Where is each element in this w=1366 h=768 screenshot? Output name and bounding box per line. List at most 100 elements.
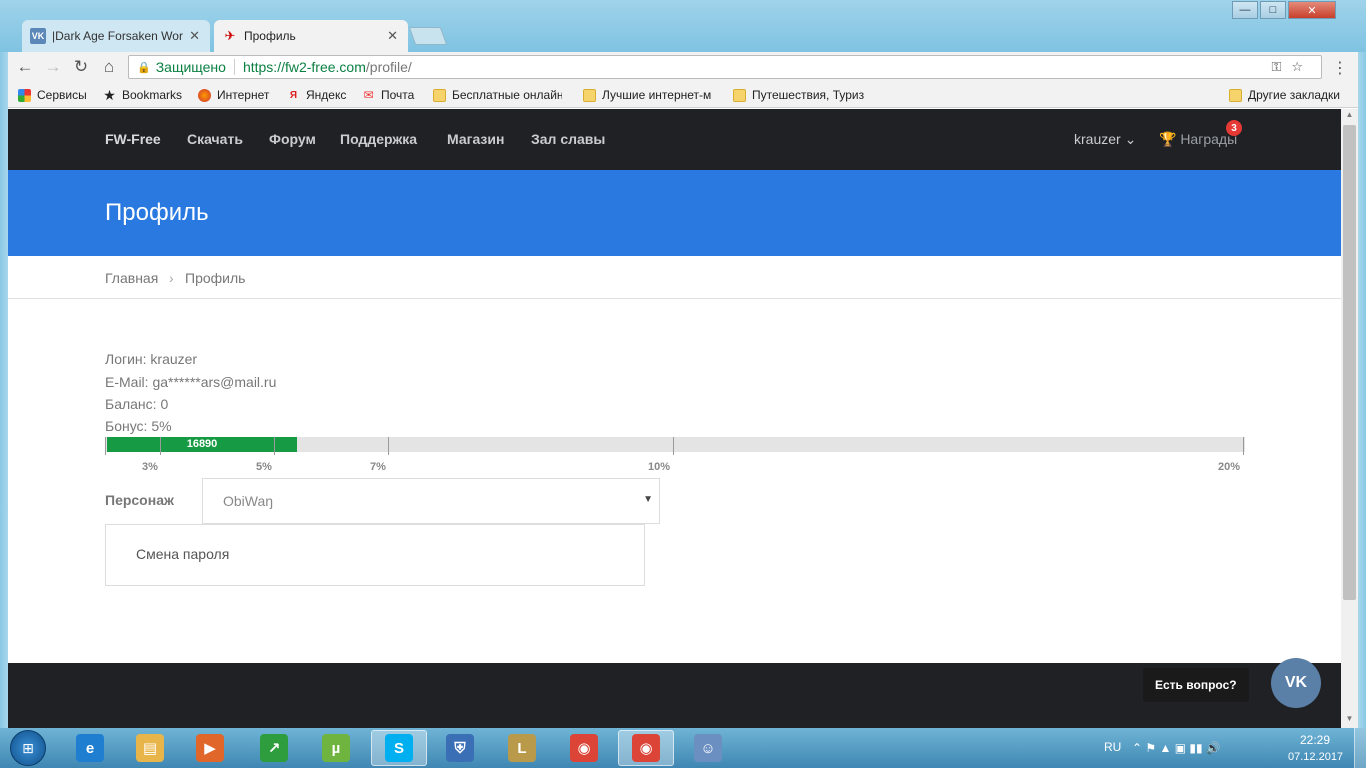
login-info: Логин: krauzer — [105, 351, 198, 367]
nav-forum[interactable]: Форум — [269, 131, 316, 147]
site-favicon-icon: ✈ — [224, 28, 236, 43]
back-icon[interactable]: ← — [14, 56, 36, 78]
home-icon[interactable]: ⌂ — [98, 56, 120, 78]
clock-date[interactable]: 07.12.2017 — [1288, 751, 1343, 763]
vk-question-tooltip: Есть вопрос? — [1143, 668, 1249, 702]
user-menu[interactable]: krauzer ⌄ — [1074, 131, 1136, 148]
bookmark-free-online[interactable]: Бесплатные онлайн — [433, 87, 562, 103]
progress-tick — [160, 437, 161, 455]
new-tab-button[interactable] — [408, 27, 448, 45]
tray-icons[interactable]: ⌃ ⚑ ▲ ▣ ▮▮ 🔊 — [1132, 741, 1221, 755]
taskbar-app-stocks[interactable]: ↗ — [246, 730, 302, 766]
tab-close-icon[interactable]: ✕ — [387, 28, 398, 44]
reload-icon[interactable]: ↻ — [70, 56, 92, 78]
address-bar[interactable]: 🔒 Защищено https://fw2-free.com /profile… — [128, 55, 1322, 79]
minimize-button[interactable]: — — [1232, 1, 1258, 19]
key-and-star-icons[interactable]: ⚿☆ — [1271, 59, 1313, 75]
bonus-progress-value: 16890 — [186, 438, 218, 450]
taskbar-app-explorer[interactable]: ▤ — [122, 730, 178, 766]
ie-icon: e — [76, 734, 104, 762]
progress-label: 7% — [370, 461, 386, 473]
star-icon: ★ — [103, 86, 116, 103]
taskbar-app-chrome[interactable]: ◉ — [556, 730, 612, 766]
scrollbar-thumb[interactable] — [1343, 125, 1356, 600]
progress-tick — [105, 437, 106, 455]
window-frame-left — [0, 52, 8, 728]
bookmark-mail[interactable]: ✉ Почта — [362, 87, 414, 103]
page-title: Профиль — [105, 199, 209, 226]
site-brand-link[interactable]: FW-Free — [105, 131, 161, 147]
awards-link[interactable]: 🏆 Награды — [1159, 131, 1237, 148]
taskbar-app-ie[interactable]: e — [62, 730, 118, 766]
update-icon: ⛨ — [446, 734, 474, 762]
bookmark-label: Бесплатные онлайн — [452, 88, 562, 102]
scroll-up-icon[interactable]: ▲ — [1341, 110, 1358, 124]
bookmark-label: Лучшие интернет-м — [602, 88, 712, 102]
taskbar-app-league[interactable]: L — [494, 730, 550, 766]
nav-hall-of-fame[interactable]: Зал славы — [531, 131, 605, 147]
character-label: Персонаж — [105, 492, 174, 508]
lock-icon: 🔒 — [137, 61, 151, 74]
scroll-down-icon[interactable]: ▼ — [1341, 714, 1358, 728]
bookmark-label: Почта — [381, 88, 415, 102]
bookmark-best-stores[interactable]: Лучшие интернет-м — [583, 87, 711, 103]
clock-time[interactable]: 22:29 — [1300, 733, 1330, 747]
bookmark-label: Bookmarks — [122, 88, 183, 102]
progress-tick — [673, 437, 674, 455]
show-desktop-button[interactable] — [1354, 728, 1366, 768]
taskbar-app-chrome-active[interactable]: ◉ — [618, 730, 674, 766]
progress-tick — [274, 437, 275, 455]
bookmark-bookmarks[interactable]: ★ Bookmarks — [103, 87, 182, 103]
stocks-icon: ↗ — [260, 734, 288, 762]
bookmark-internet[interactable]: Интернет — [198, 87, 269, 103]
progress-label: 5% — [256, 461, 272, 473]
bookmark-label: Другие закладки — [1248, 88, 1340, 102]
mail-icon: ✉ — [363, 88, 374, 102]
folder-icon — [583, 88, 596, 102]
tab-title: |Dark Age Forsaken Wor — [52, 29, 183, 43]
bookmark-label: Интернет — [217, 88, 270, 102]
taskbar-app-media-player[interactable]: ▶ — [182, 730, 238, 766]
breadcrumb-home[interactable]: Главная — [105, 270, 158, 286]
progress-tick — [1243, 437, 1244, 455]
awards-badge: 3 — [1226, 120, 1242, 136]
progress-label: 10% — [648, 461, 671, 473]
change-password-link[interactable]: Смена пароля — [136, 546, 229, 562]
site-footer — [8, 663, 1341, 728]
tab-dark-age[interactable]: VK |Dark Age Forsaken Wor ✕ — [22, 20, 210, 52]
maximize-button[interactable]: □ — [1260, 1, 1286, 19]
taskbar-app-game[interactable]: ☺ — [680, 730, 736, 766]
forward-icon[interactable]: → — [42, 56, 64, 78]
nav-download[interactable]: Скачать — [187, 131, 243, 147]
browser-menu-icon[interactable]: ⋮ — [1332, 58, 1348, 78]
taskbar-app-utorrent[interactable]: µ — [308, 730, 364, 766]
folder-icon — [733, 88, 746, 102]
nav-shop[interactable]: Магазин — [447, 131, 504, 147]
chrome-active-icon: ◉ — [632, 734, 660, 762]
tab-close-icon[interactable]: ✕ — [189, 28, 200, 44]
taskbar-app-skype[interactable]: S — [371, 730, 427, 766]
progress-label: 20% — [1218, 461, 1241, 473]
firefox-icon — [198, 88, 211, 102]
nav-support[interactable]: Поддержка — [340, 131, 417, 147]
yandex-icon: Я — [289, 89, 298, 101]
bookmark-yandex[interactable]: Я Яндекс — [287, 87, 346, 103]
breadcrumb-current: Профиль — [185, 270, 246, 286]
start-button[interactable]: ⊞ — [6, 728, 50, 768]
language-indicator[interactable]: RU — [1104, 740, 1121, 754]
character-select[interactable]: ObiWaŋ ▼ — [202, 478, 660, 524]
vk-chat-button[interactable]: VK — [1271, 658, 1321, 708]
bookmark-label: Сервисы — [37, 88, 87, 102]
secure-label: Защищено — [155, 59, 226, 75]
taskbar-app-update[interactable]: ⛨ — [432, 730, 488, 766]
close-window-button[interactable]: ✕ — [1288, 1, 1336, 19]
bookmark-travel[interactable]: Путешествия, Туриз — [733, 87, 864, 103]
apps-icon — [18, 88, 31, 102]
url-host: https://fw2-free.com — [242, 59, 366, 75]
bookmark-services[interactable]: Сервисы — [18, 87, 87, 103]
bonus-info: Бонус: 5% — [105, 418, 172, 434]
progress-tick — [388, 437, 389, 455]
windows-logo-icon: ⊞ — [10, 730, 46, 766]
tab-profile[interactable]: ✈ Профиль ✕ — [214, 20, 408, 52]
bookmark-other[interactable]: Другие закладки — [1229, 87, 1340, 103]
